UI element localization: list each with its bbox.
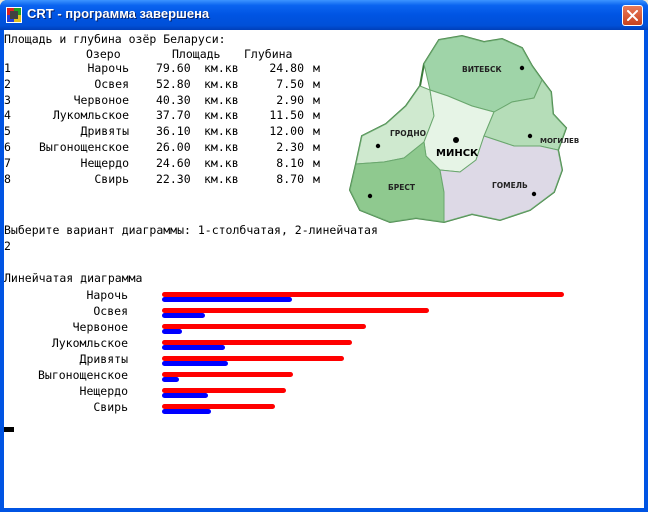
bar-label: Свирь [93, 400, 128, 414]
row-area-unit: км.кв [204, 171, 239, 186]
table-row: 1 Нарочь 79.60 км.кв 24.80 м [4, 61, 334, 77]
row-lake-name: Нещердо [80, 155, 129, 170]
map-label-brest: БРЕСТ [388, 183, 416, 192]
console-output: Площадь и глубина озёр Беларуси: Озеро П… [4, 30, 644, 508]
bar-area [162, 372, 294, 377]
row-area-unit: км.кв [204, 155, 239, 170]
map-label-gomel: ГОМЕЛЬ [492, 181, 528, 190]
row-lake-name: Лукомльское [52, 108, 129, 123]
row-area: 37.70 [156, 108, 191, 123]
bar-depth [162, 313, 205, 318]
bar-label: Нарочь [86, 288, 128, 302]
crt-window: CRT - программа завершена Площадь и глуб… [0, 0, 648, 512]
row-area: 79.60 [156, 61, 191, 75]
row-lake-name: Нарочь [87, 61, 129, 75]
bar-area [162, 324, 366, 329]
row-depth: 24.80 [269, 61, 304, 75]
bar-depth [162, 409, 211, 414]
bar-depth [162, 297, 293, 302]
row-lake-name: Освея [94, 76, 129, 91]
map-label-vitebsk: ВИТЕБСК [462, 65, 502, 74]
bar-depth [162, 377, 179, 382]
row-depth-unit: м [313, 61, 320, 75]
table-row: 5 Дривяты 36.10 км.кв 12.00 м [4, 124, 334, 140]
row-area-unit: км.кв [204, 124, 239, 139]
map-label-grodno: ГРОДНО [390, 129, 426, 138]
row-index: 6 [4, 140, 11, 154]
bar-label: Лукомльское [51, 336, 128, 350]
row-depth-unit: м [313, 108, 320, 123]
close-icon [627, 10, 638, 21]
column-lake: Озеро [86, 47, 121, 61]
row-area: 22.30 [156, 171, 191, 186]
row-area-unit: км.кв [204, 76, 239, 91]
row-area-unit: км.кв [204, 92, 239, 107]
row-area: 36.10 [156, 124, 191, 139]
chart-title: Линейчатая диаграмма [4, 271, 143, 285]
table-row: 2 Освея 52.80 км.кв 7.50 м [4, 77, 334, 93]
table-row: 6 Выгонощенское 26.00 км.кв 2.30 м [4, 140, 334, 156]
row-depth: 7.50 [276, 76, 304, 91]
title-bar[interactable]: CRT - программа завершена [0, 0, 648, 30]
row-area: 52.80 [156, 76, 191, 91]
row-depth: 12.00 [269, 124, 304, 139]
row-depth-unit: м [313, 92, 320, 107]
row-depth-unit: м [313, 155, 320, 170]
row-depth: 2.30 [276, 140, 304, 154]
chart-prompt: Выберите вариант диаграммы: 1-столбчатая… [4, 223, 378, 237]
row-index: 5 [4, 124, 11, 139]
row-index: 2 [4, 76, 11, 91]
row-depth-unit: м [313, 124, 320, 139]
row-lake-name: Свирь [94, 171, 129, 186]
row-depth: 11.50 [269, 108, 304, 123]
bar-depth [162, 329, 182, 334]
row-lake-name: Дривяты [80, 124, 129, 139]
bar-label: Выгонощенское [37, 368, 128, 382]
bar-depth [162, 345, 226, 350]
bar-label: Червоное [72, 320, 128, 334]
bar-label: Дривяты [79, 352, 128, 366]
row-depth-unit: м [313, 171, 320, 186]
table-row: 7 Нещердо 24.60 км.кв 8.10 м [4, 156, 334, 172]
belarus-map: ВИТЕБСК ГРОДНО МИНСК МОГИЛЕВ БРЕСТ ГОМЕЛ… [348, 34, 579, 224]
table-heading: Площадь и глубина озёр Беларуси: [4, 32, 226, 46]
row-area-unit: км.кв [204, 140, 239, 154]
bar-depth [162, 361, 228, 366]
column-depth: Глубина [244, 47, 293, 61]
window-title: CRT - программа завершена [27, 6, 210, 21]
row-index: 8 [4, 171, 11, 186]
row-area: 26.00 [156, 140, 191, 154]
table-row: 4 Лукомльское 37.70 км.кв 11.50 м [4, 108, 334, 124]
row-depth: 8.10 [276, 155, 304, 170]
table-row: 8 Свирь 22.30 км.кв 8.70 м [4, 172, 334, 188]
row-index: 7 [4, 155, 11, 170]
row-area-unit: км.кв [204, 61, 239, 75]
row-depth: 8.70 [276, 171, 304, 186]
row-index: 4 [4, 108, 11, 123]
text-cursor [4, 427, 14, 432]
row-area: 24.60 [156, 155, 191, 170]
close-button[interactable] [622, 5, 643, 26]
bar-depth [162, 393, 208, 398]
row-index: 3 [4, 92, 11, 107]
bar-label: Нещердо [79, 384, 128, 398]
map-label-minsk: МИНСК [436, 148, 479, 159]
row-depth: 2.90 [276, 92, 304, 107]
column-area: Площадь [172, 47, 221, 61]
row-depth-unit: м [313, 140, 320, 154]
crt-app-icon [6, 7, 22, 23]
table-row: 3 Червоное 40.30 км.кв 2.90 м [4, 93, 334, 109]
row-index: 1 [4, 61, 11, 75]
row-area-unit: км.кв [204, 108, 239, 123]
row-area: 40.30 [156, 92, 191, 107]
bar-label: Освея [93, 304, 128, 318]
row-lake-name: Выгонощенское [38, 140, 129, 154]
map-label-mogilev: МОГИЛЕВ [540, 137, 579, 145]
row-lake-name: Червоное [73, 92, 129, 107]
row-depth-unit: м [313, 76, 320, 91]
user-input: 2 [4, 239, 11, 253]
